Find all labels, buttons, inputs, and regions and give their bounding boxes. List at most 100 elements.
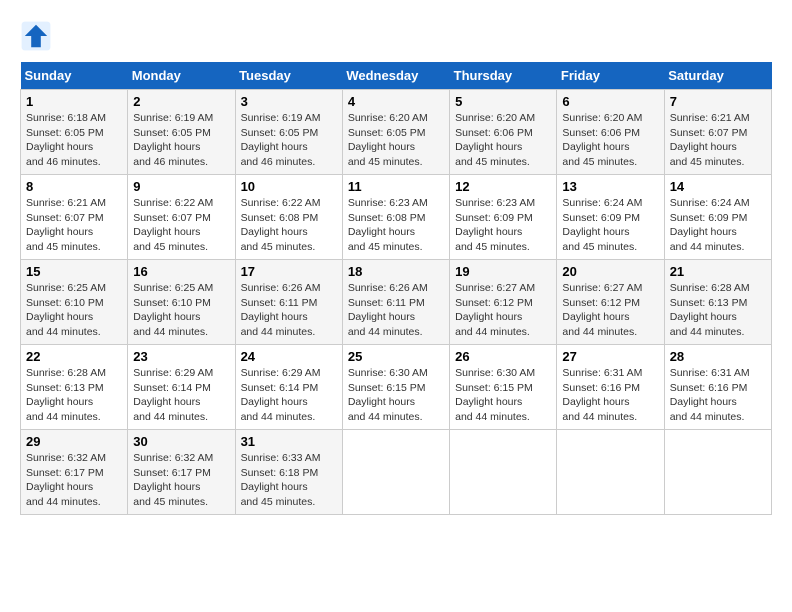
day-cell	[450, 430, 557, 515]
day-cell: 3 Sunrise: 6:19 AM Sunset: 6:05 PM Dayli…	[235, 90, 342, 175]
day-cell: 9 Sunrise: 6:22 AM Sunset: 6:07 PM Dayli…	[128, 175, 235, 260]
header-day-saturday: Saturday	[664, 62, 771, 90]
day-cell: 30 Sunrise: 6:32 AM Sunset: 6:17 PM Dayl…	[128, 430, 235, 515]
day-cell: 10 Sunrise: 6:22 AM Sunset: 6:08 PM Dayl…	[235, 175, 342, 260]
day-cell: 20 Sunrise: 6:27 AM Sunset: 6:12 PM Dayl…	[557, 260, 664, 345]
header-day-friday: Friday	[557, 62, 664, 90]
day-number: 11	[348, 179, 444, 194]
day-number: 3	[241, 94, 337, 109]
day-number: 17	[241, 264, 337, 279]
week-row-4: 22 Sunrise: 6:28 AM Sunset: 6:13 PM Dayl…	[21, 345, 772, 430]
day-cell: 5 Sunrise: 6:20 AM Sunset: 6:06 PM Dayli…	[450, 90, 557, 175]
day-detail: Sunrise: 6:21 AM Sunset: 6:07 PM Dayligh…	[670, 111, 766, 170]
day-cell: 27 Sunrise: 6:31 AM Sunset: 6:16 PM Dayl…	[557, 345, 664, 430]
day-cell: 1 Sunrise: 6:18 AM Sunset: 6:05 PM Dayli…	[21, 90, 128, 175]
day-detail: Sunrise: 6:30 AM Sunset: 6:15 PM Dayligh…	[455, 366, 551, 425]
day-cell: 19 Sunrise: 6:27 AM Sunset: 6:12 PM Dayl…	[450, 260, 557, 345]
day-detail: Sunrise: 6:20 AM Sunset: 6:05 PM Dayligh…	[348, 111, 444, 170]
day-number: 23	[133, 349, 229, 364]
day-detail: Sunrise: 6:19 AM Sunset: 6:05 PM Dayligh…	[241, 111, 337, 170]
day-number: 8	[26, 179, 122, 194]
day-cell: 7 Sunrise: 6:21 AM Sunset: 6:07 PM Dayli…	[664, 90, 771, 175]
day-cell: 25 Sunrise: 6:30 AM Sunset: 6:15 PM Dayl…	[342, 345, 449, 430]
day-detail: Sunrise: 6:22 AM Sunset: 6:08 PM Dayligh…	[241, 196, 337, 255]
day-cell: 15 Sunrise: 6:25 AM Sunset: 6:10 PM Dayl…	[21, 260, 128, 345]
day-number: 13	[562, 179, 658, 194]
day-number: 1	[26, 94, 122, 109]
day-cell: 17 Sunrise: 6:26 AM Sunset: 6:11 PM Dayl…	[235, 260, 342, 345]
day-cell: 2 Sunrise: 6:19 AM Sunset: 6:05 PM Dayli…	[128, 90, 235, 175]
header-day-monday: Monday	[128, 62, 235, 90]
day-detail: Sunrise: 6:19 AM Sunset: 6:05 PM Dayligh…	[133, 111, 229, 170]
day-number: 20	[562, 264, 658, 279]
day-detail: Sunrise: 6:24 AM Sunset: 6:09 PM Dayligh…	[562, 196, 658, 255]
header-day-wednesday: Wednesday	[342, 62, 449, 90]
day-detail: Sunrise: 6:25 AM Sunset: 6:10 PM Dayligh…	[26, 281, 122, 340]
logo	[20, 20, 56, 52]
header-row: SundayMondayTuesdayWednesdayThursdayFrid…	[21, 62, 772, 90]
day-detail: Sunrise: 6:29 AM Sunset: 6:14 PM Dayligh…	[133, 366, 229, 425]
day-cell: 28 Sunrise: 6:31 AM Sunset: 6:16 PM Dayl…	[664, 345, 771, 430]
day-number: 10	[241, 179, 337, 194]
day-number: 6	[562, 94, 658, 109]
day-detail: Sunrise: 6:27 AM Sunset: 6:12 PM Dayligh…	[562, 281, 658, 340]
week-row-3: 15 Sunrise: 6:25 AM Sunset: 6:10 PM Dayl…	[21, 260, 772, 345]
day-detail: Sunrise: 6:23 AM Sunset: 6:09 PM Dayligh…	[455, 196, 551, 255]
day-detail: Sunrise: 6:31 AM Sunset: 6:16 PM Dayligh…	[670, 366, 766, 425]
day-detail: Sunrise: 6:27 AM Sunset: 6:12 PM Dayligh…	[455, 281, 551, 340]
day-cell: 6 Sunrise: 6:20 AM Sunset: 6:06 PM Dayli…	[557, 90, 664, 175]
day-cell: 29 Sunrise: 6:32 AM Sunset: 6:17 PM Dayl…	[21, 430, 128, 515]
day-number: 31	[241, 434, 337, 449]
day-cell: 31 Sunrise: 6:33 AM Sunset: 6:18 PM Dayl…	[235, 430, 342, 515]
day-detail: Sunrise: 6:30 AM Sunset: 6:15 PM Dayligh…	[348, 366, 444, 425]
header-day-sunday: Sunday	[21, 62, 128, 90]
day-cell: 22 Sunrise: 6:28 AM Sunset: 6:13 PM Dayl…	[21, 345, 128, 430]
day-detail: Sunrise: 6:20 AM Sunset: 6:06 PM Dayligh…	[455, 111, 551, 170]
day-number: 28	[670, 349, 766, 364]
day-number: 12	[455, 179, 551, 194]
week-row-1: 1 Sunrise: 6:18 AM Sunset: 6:05 PM Dayli…	[21, 90, 772, 175]
day-number: 27	[562, 349, 658, 364]
week-row-5: 29 Sunrise: 6:32 AM Sunset: 6:17 PM Dayl…	[21, 430, 772, 515]
page-header	[20, 20, 772, 52]
day-detail: Sunrise: 6:24 AM Sunset: 6:09 PM Dayligh…	[670, 196, 766, 255]
day-number: 29	[26, 434, 122, 449]
day-cell: 21 Sunrise: 6:28 AM Sunset: 6:13 PM Dayl…	[664, 260, 771, 345]
day-number: 15	[26, 264, 122, 279]
day-number: 21	[670, 264, 766, 279]
day-number: 26	[455, 349, 551, 364]
day-cell: 16 Sunrise: 6:25 AM Sunset: 6:10 PM Dayl…	[128, 260, 235, 345]
day-detail: Sunrise: 6:21 AM Sunset: 6:07 PM Dayligh…	[26, 196, 122, 255]
day-cell: 23 Sunrise: 6:29 AM Sunset: 6:14 PM Dayl…	[128, 345, 235, 430]
day-number: 9	[133, 179, 229, 194]
day-detail: Sunrise: 6:20 AM Sunset: 6:06 PM Dayligh…	[562, 111, 658, 170]
week-row-2: 8 Sunrise: 6:21 AM Sunset: 6:07 PM Dayli…	[21, 175, 772, 260]
day-number: 19	[455, 264, 551, 279]
header-day-thursday: Thursday	[450, 62, 557, 90]
day-number: 16	[133, 264, 229, 279]
day-cell: 4 Sunrise: 6:20 AM Sunset: 6:05 PM Dayli…	[342, 90, 449, 175]
day-detail: Sunrise: 6:31 AM Sunset: 6:16 PM Dayligh…	[562, 366, 658, 425]
day-detail: Sunrise: 6:18 AM Sunset: 6:05 PM Dayligh…	[26, 111, 122, 170]
day-cell: 14 Sunrise: 6:24 AM Sunset: 6:09 PM Dayl…	[664, 175, 771, 260]
day-detail: Sunrise: 6:28 AM Sunset: 6:13 PM Dayligh…	[670, 281, 766, 340]
day-detail: Sunrise: 6:32 AM Sunset: 6:17 PM Dayligh…	[26, 451, 122, 510]
day-number: 25	[348, 349, 444, 364]
day-number: 14	[670, 179, 766, 194]
day-detail: Sunrise: 6:23 AM Sunset: 6:08 PM Dayligh…	[348, 196, 444, 255]
day-number: 5	[455, 94, 551, 109]
day-detail: Sunrise: 6:25 AM Sunset: 6:10 PM Dayligh…	[133, 281, 229, 340]
day-detail: Sunrise: 6:26 AM Sunset: 6:11 PM Dayligh…	[241, 281, 337, 340]
logo-icon	[20, 20, 52, 52]
day-number: 24	[241, 349, 337, 364]
day-number: 2	[133, 94, 229, 109]
day-cell	[664, 430, 771, 515]
day-detail: Sunrise: 6:32 AM Sunset: 6:17 PM Dayligh…	[133, 451, 229, 510]
day-detail: Sunrise: 6:26 AM Sunset: 6:11 PM Dayligh…	[348, 281, 444, 340]
day-number: 4	[348, 94, 444, 109]
day-detail: Sunrise: 6:28 AM Sunset: 6:13 PM Dayligh…	[26, 366, 122, 425]
day-detail: Sunrise: 6:22 AM Sunset: 6:07 PM Dayligh…	[133, 196, 229, 255]
day-cell: 24 Sunrise: 6:29 AM Sunset: 6:14 PM Dayl…	[235, 345, 342, 430]
day-cell: 13 Sunrise: 6:24 AM Sunset: 6:09 PM Dayl…	[557, 175, 664, 260]
day-detail: Sunrise: 6:29 AM Sunset: 6:14 PM Dayligh…	[241, 366, 337, 425]
